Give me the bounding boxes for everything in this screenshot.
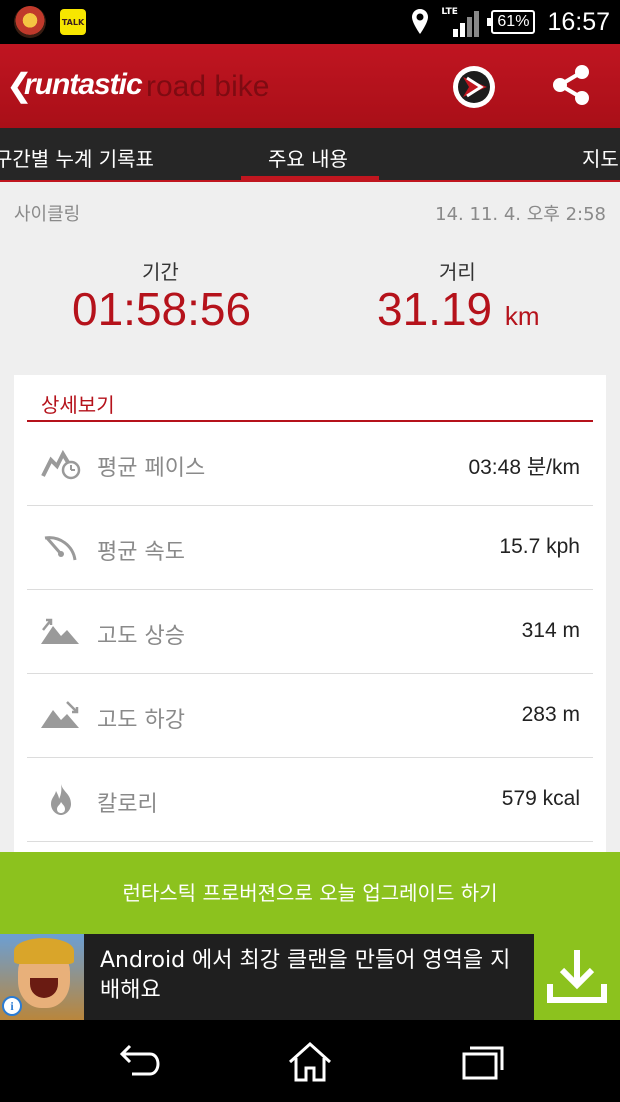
tab-bar: 구간별 누계 기록표 주요 내용 지도	[0, 128, 620, 182]
ad-text[interactable]: Android 에서 최강 클랜을 만들어 영역을 지배해요	[100, 946, 530, 1006]
detail-value: 283 m	[521, 703, 580, 726]
ad-info-icon[interactable]: i	[2, 996, 22, 1016]
summary-content: 사이클링 14. 11. 4. 오후 2:58 기간 01:58:56 거리 3…	[0, 182, 620, 852]
tab-splits[interactable]: 구간별 누계 기록표	[0, 143, 154, 172]
share-icon[interactable]	[550, 64, 592, 106]
activity-date: 14. 11. 4. 오후 2:58	[435, 204, 606, 225]
download-icon	[547, 950, 607, 1003]
pace-icon	[41, 449, 81, 480]
duration-value: 01:58:56	[72, 283, 252, 335]
brand-logo: runtastic	[24, 68, 143, 101]
recent-apps-icon[interactable]	[458, 1040, 506, 1084]
elevation-gain-icon	[41, 618, 79, 644]
detail-row-elevation-gain: 고도 상승 314 m	[27, 590, 593, 674]
activity-type: 사이클링	[14, 204, 81, 225]
distance-unit: km	[504, 301, 540, 331]
app-bar: ❮ runtastic road bike	[0, 44, 620, 128]
detail-row-elevation-loss: 고도 하강 283 m	[27, 674, 593, 758]
ad-banner[interactable]: i Android 에서 최강 클랜을 만들어 영역을 지배해요	[0, 934, 620, 1020]
tab-summary[interactable]: 주요 내용	[268, 143, 348, 172]
details-title: 상세보기	[41, 393, 115, 417]
detail-label: 고도 하강	[97, 708, 185, 733]
home-icon[interactable]	[286, 1040, 334, 1084]
lte-signal-icon: LTE	[441, 7, 480, 37]
back-icon[interactable]	[114, 1040, 162, 1084]
duration-label: 기간	[142, 260, 179, 284]
detail-value: 579 kcal	[501, 787, 580, 810]
status-bar: TALK LTE 61% 16:57	[0, 0, 620, 44]
detail-value: 314 m	[521, 619, 580, 642]
system-nav-bar	[0, 1020, 620, 1102]
detail-row-pace: 평균 페이스 03:48 분/km	[27, 422, 593, 506]
speedometer-icon	[44, 536, 77, 561]
brand-subtitle: road bike	[146, 70, 270, 103]
headphone-app-icon	[14, 6, 46, 38]
flame-icon	[51, 784, 71, 815]
tab-map[interactable]: 지도	[582, 143, 619, 172]
ad-helmet	[14, 938, 74, 964]
detail-row-calories: 칼로리 579 kcal	[27, 758, 593, 842]
detail-label: 고도 상승	[97, 624, 185, 649]
detail-value: 15.7 kph	[499, 535, 580, 558]
distance-label: 거리	[439, 260, 476, 284]
clock: 16:57	[547, 7, 610, 36]
detail-row-speed: 평균 속도 15.7 kph	[27, 506, 593, 590]
elevation-loss-icon	[41, 701, 79, 728]
kakaotalk-icon: TALK	[60, 9, 86, 35]
upgrade-pro-button[interactable]: 런타스틱 프로버젼으로 오늘 업그레이드 하기	[0, 852, 620, 934]
story-running-icon[interactable]	[451, 64, 497, 110]
detail-value: 03:48 분/km	[468, 456, 580, 479]
detail-label: 평균 속도	[97, 540, 185, 565]
location-icon	[412, 9, 429, 34]
distance-value: 31.19	[377, 283, 493, 335]
distance-stat: 31.19 km	[377, 282, 540, 336]
detail-label: 평균 페이스	[97, 456, 206, 481]
ad-download-button[interactable]	[534, 934, 620, 1020]
battery-icon: 61%	[487, 10, 536, 34]
details-card: 상세보기 평균 페이스 03:48 분/km 평균 속도 15.7 kph 고도…	[14, 375, 606, 852]
detail-label: 칼로리	[97, 792, 158, 817]
